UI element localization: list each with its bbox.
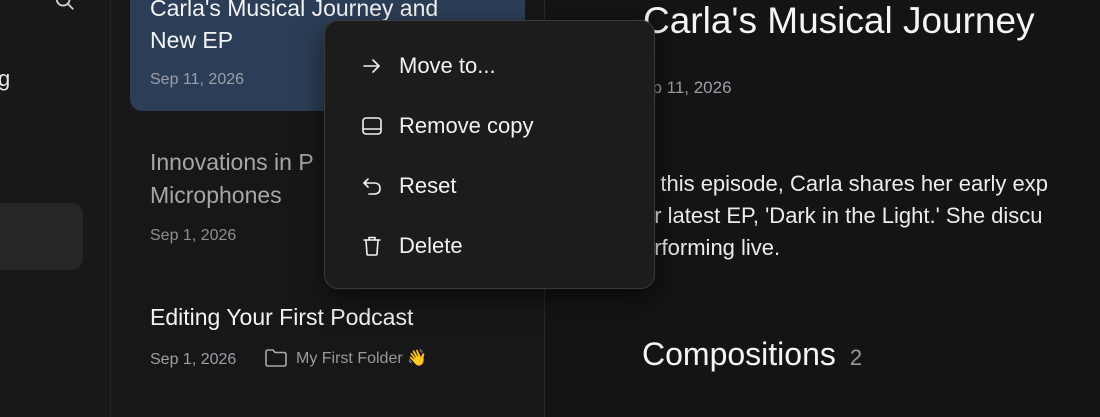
undo-icon: [363, 178, 381, 195]
episode-date: Sep 11, 2026: [150, 71, 245, 88]
episode-title-line: New EP: [150, 27, 234, 53]
description-line: er latest EP, 'Dark in the Light.' She d…: [642, 203, 1043, 228]
menu-item-remove-copy[interactable]: Remove copy: [325, 100, 654, 152]
inbox-tray-icon: [362, 117, 382, 135]
description-line: erforming live.: [642, 235, 781, 260]
sidebar-item-label[interactable]: g: [0, 66, 10, 92]
page-title: Carla's Musical Journey: [643, 0, 1035, 41]
folder-label: My First Folder 👋: [296, 350, 428, 367]
menu-item-move-to[interactable]: Move to...: [325, 40, 654, 92]
menu-item-label: Move to...: [399, 53, 496, 78]
sidebar-item-selected[interactable]: [0, 203, 83, 270]
episode-title-line[interactable]: Microphones: [150, 179, 282, 212]
episode-title-line[interactable]: Innovations in P: [150, 146, 314, 179]
episode-title[interactable]: Editing Your First Podcast: [150, 301, 413, 334]
episode-description: n this episode, Carla shares her early e…: [642, 168, 1100, 264]
folder-icon: [265, 349, 287, 367]
compositions-heading: Compositions 2: [642, 336, 862, 373]
detail-date: ep 11, 2026: [643, 78, 732, 97]
episode-date: Sep 1, 2026: [150, 227, 237, 244]
episode-folder[interactable]: My First Folder 👋: [264, 348, 427, 368]
trash-icon: [363, 236, 381, 256]
menu-item-label: Delete: [399, 233, 463, 258]
search-icon[interactable]: [54, 0, 76, 12]
menu-item-reset[interactable]: Reset: [325, 160, 654, 212]
context-menu: Move to... Remove copy Reset Delete: [324, 20, 655, 289]
description-line: n this episode, Carla shares her early e…: [642, 171, 1048, 196]
compositions-count: 2: [849, 345, 863, 370]
menu-item-delete[interactable]: Delete: [325, 220, 654, 272]
compositions-title: Compositions: [642, 336, 836, 372]
episode-date: Sep 1, 2026: [150, 351, 237, 368]
menu-item-label: Remove copy: [399, 113, 534, 138]
arrow-right-icon: [363, 59, 380, 73]
menu-item-label: Reset: [399, 173, 457, 198]
